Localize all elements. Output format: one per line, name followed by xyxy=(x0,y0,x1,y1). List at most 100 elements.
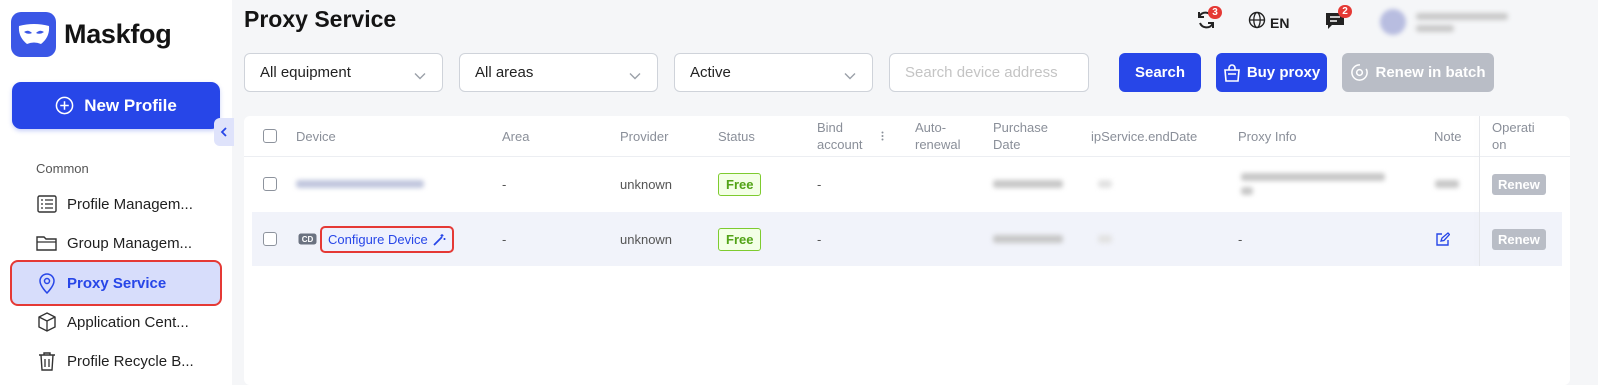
sync-button[interactable]: 3 xyxy=(1196,6,1222,35)
operation-cell: Renew xyxy=(1492,157,1546,211)
provider-cell: unknown xyxy=(620,176,673,192)
chevron-left-icon xyxy=(220,124,228,140)
column-header-provider[interactable]: Provider xyxy=(620,116,668,156)
operation-cell: Renew xyxy=(1492,212,1546,266)
sidebar-item-application-center[interactable]: Application Cent... xyxy=(10,302,222,342)
configure-device-link[interactable]: Configure Device xyxy=(320,225,454,253)
column-menu-icon[interactable] xyxy=(881,116,884,156)
bind-account-cell: - xyxy=(817,176,822,192)
renew-icon xyxy=(1350,63,1369,82)
location-pin-icon xyxy=(36,272,58,294)
device-cell: Configure Device xyxy=(320,212,454,266)
column-header-device[interactable]: Device xyxy=(296,116,336,156)
sidebar-item-label: Profile Recycle B... xyxy=(67,352,194,370)
page-title: Proxy Service xyxy=(244,6,397,32)
user-info-blurred xyxy=(1416,12,1508,32)
status-badge: Free xyxy=(718,172,762,196)
column-header-note[interactable]: Note xyxy=(1434,116,1461,156)
sidebar-item-profile-management[interactable]: Profile Managem... xyxy=(10,184,222,224)
chevron-down-icon xyxy=(629,67,641,84)
cd-device-icon: CD xyxy=(298,212,317,266)
messages-button[interactable]: 2 xyxy=(1325,5,1352,35)
buy-proxy-label: Buy proxy xyxy=(1246,64,1321,81)
bind-account-cell: - xyxy=(817,231,822,247)
svg-text:CD: CD xyxy=(302,235,314,244)
plus-circle-icon xyxy=(55,96,74,115)
renew-in-batch-button[interactable]: Renew in batch xyxy=(1342,53,1494,92)
end-date-cell-blurred xyxy=(1098,157,1112,211)
column-header-proxy-info[interactable]: Proxy Info xyxy=(1238,116,1297,156)
section-label-common: Common xyxy=(36,161,89,176)
sidebar-item-label: Application Cent... xyxy=(67,313,189,331)
sidebar-item-proxy-service[interactable]: Proxy Service xyxy=(10,260,222,306)
avatar xyxy=(1380,9,1406,35)
user-menu[interactable] xyxy=(1380,4,1560,40)
search-button-label: Search xyxy=(1134,64,1186,81)
operation-column-divider xyxy=(1479,116,1480,266)
sidebar-item-label: Profile Managem... xyxy=(67,195,193,213)
trash-icon xyxy=(36,350,58,372)
row-checkbox[interactable] xyxy=(263,212,277,266)
folder-icon xyxy=(36,232,58,254)
column-header-bind-account[interactable]: Bind account xyxy=(817,116,867,156)
areas-select-value: All areas xyxy=(475,64,534,81)
proxy-info-cell: - xyxy=(1238,231,1243,247)
app-root: Maskfog New Profile Common Profile Manag… xyxy=(0,0,1598,385)
renew-in-batch-label: Renew in batch xyxy=(1375,64,1486,81)
sync-badge: 3 xyxy=(1208,6,1222,19)
row-checkbox[interactable] xyxy=(263,157,277,211)
globe-icon xyxy=(1248,11,1266,34)
area-cell: - xyxy=(502,231,507,247)
end-date-cell-blurred xyxy=(1098,212,1112,266)
cube-icon xyxy=(36,311,58,333)
column-header-purchase-date[interactable]: Purchase Date xyxy=(993,116,1053,156)
select-all-checkbox[interactable] xyxy=(263,116,277,156)
status-badge: Free xyxy=(718,227,762,251)
language-label: EN xyxy=(1270,14,1290,31)
status-cell: Free xyxy=(718,212,762,266)
new-profile-label: New Profile xyxy=(84,95,177,115)
status-select[interactable]: Active xyxy=(674,53,873,92)
chevron-down-icon xyxy=(414,67,426,84)
column-header-status[interactable]: Status xyxy=(718,116,755,156)
sidebar-item-label: Proxy Service xyxy=(67,274,167,292)
sidebar: Maskfog New Profile Common Profile Manag… xyxy=(0,0,234,385)
provider-cell: unknown xyxy=(620,231,673,247)
proxy-table: Device Area Provider Status Bind account… xyxy=(244,116,1570,385)
device-cell-blurred xyxy=(296,157,424,211)
purchase-date-cell-blurred xyxy=(993,212,1063,266)
areas-select[interactable]: All areas xyxy=(459,53,658,92)
column-header-end-date[interactable]: ipService.endDate xyxy=(1091,116,1197,156)
profile-list-icon xyxy=(36,193,58,215)
search-device-input[interactable] xyxy=(889,53,1089,92)
table-row[interactable]: - unknown Free - Renew xyxy=(252,157,1562,211)
collapse-sidebar-button[interactable] xyxy=(214,118,234,146)
language-selector[interactable]: EN xyxy=(1248,11,1289,34)
logo[interactable]: Maskfog xyxy=(11,12,172,57)
messages-badge: 2 xyxy=(1338,5,1352,18)
chevron-down-icon xyxy=(844,67,856,84)
sidebar-item-group-management[interactable]: Group Managem... xyxy=(10,223,222,263)
note-cell-blurred xyxy=(1435,157,1459,211)
search-button[interactable]: Search xyxy=(1119,53,1201,92)
sidebar-item-label: Group Managem... xyxy=(67,234,193,252)
proxy-info-cell-blurred xyxy=(1241,157,1385,211)
status-cell: Free xyxy=(718,157,762,211)
equipment-select[interactable]: All equipment xyxy=(244,53,443,92)
status-select-value: Active xyxy=(690,64,731,81)
renew-button[interactable]: Renew xyxy=(1492,173,1546,195)
column-header-operation[interactable]: Operation xyxy=(1492,116,1540,156)
shopping-bag-icon xyxy=(1223,63,1241,82)
table-row[interactable]: CD Configure Device - unknown Free - - R… xyxy=(252,212,1562,266)
column-header-area[interactable]: Area xyxy=(502,116,529,156)
mask-logo-icon xyxy=(11,12,56,57)
buy-proxy-button[interactable]: Buy proxy xyxy=(1216,53,1327,92)
sidebar-item-profile-recycle-bin[interactable]: Profile Recycle B... xyxy=(10,341,222,381)
new-profile-button[interactable]: New Profile xyxy=(12,82,220,129)
configure-device-label: Configure Device xyxy=(328,231,428,247)
renew-button[interactable]: Renew xyxy=(1492,228,1546,250)
edit-note-button[interactable] xyxy=(1435,212,1450,266)
app-name: Maskfog xyxy=(64,19,172,49)
column-header-auto-renewal[interactable]: Auto-renewal xyxy=(915,116,967,156)
equipment-select-value: All equipment xyxy=(260,64,351,81)
